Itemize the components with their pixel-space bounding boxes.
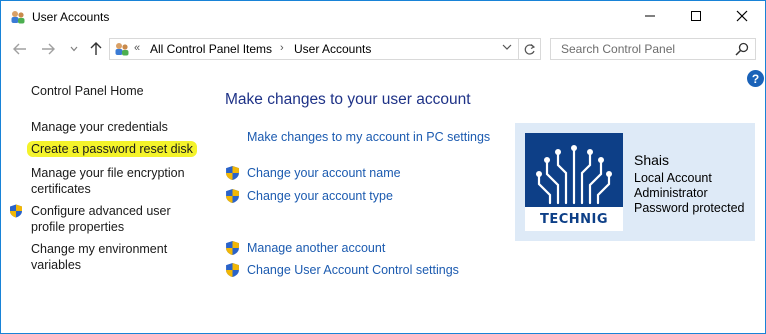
account-password-status: Password protected (634, 201, 745, 215)
up-button[interactable] (85, 39, 107, 59)
close-button[interactable] (719, 1, 765, 31)
pc-settings-link[interactable]: Make changes to my account in PC setting… (247, 130, 490, 144)
refresh-button[interactable] (519, 38, 541, 60)
page-title: Make changes to your user account (225, 91, 471, 108)
manage-credentials-link[interactable]: Manage your credentials (31, 119, 206, 135)
minimize-icon (645, 15, 655, 17)
arrow-right-icon (42, 43, 55, 55)
manage-file-encryption-certificates-link[interactable]: Manage your file encryption certificates (31, 165, 206, 197)
avatar-logo-text: TECHNIG (539, 212, 609, 227)
user-accounts-icon (114, 41, 130, 57)
highlighted-link-text[interactable]: Create a password reset disk (31, 141, 197, 157)
minimize-button[interactable] (627, 1, 673, 31)
search-box[interactable] (550, 38, 756, 60)
manage-another-account-link[interactable]: Manage another account (247, 241, 385, 255)
change-account-name-link[interactable]: Change your account name (247, 166, 401, 180)
account-type-local: Local Account (634, 171, 712, 185)
change-uac-settings-link[interactable]: Change User Account Control settings (247, 263, 459, 277)
control-panel-home-link[interactable]: Control Panel Home (31, 83, 206, 99)
change-account-type-link[interactable]: Change your account type (247, 189, 393, 203)
back-button[interactable] (9, 39, 31, 59)
search-input[interactable] (551, 39, 731, 59)
chevron-down-icon (502, 44, 512, 50)
close-icon (736, 10, 748, 22)
left-navigation-pane: Control Panel Home Manage your credentia… (1, 65, 211, 334)
change-environment-variables-link[interactable]: Change my environment variables (31, 241, 206, 273)
avatar: TECHNIG (525, 133, 623, 231)
uac-shield-icon (225, 165, 240, 181)
title-bar: User Accounts (1, 1, 765, 33)
account-role: Administrator (634, 186, 708, 200)
configure-advanced-user-profile-link[interactable]: Configure advanced user profile properti… (31, 203, 206, 235)
navigation-bar: « All Control Panel Items › User Account… (1, 34, 765, 64)
help-button[interactable]: ? (747, 70, 764, 87)
breadcrumb-user-accounts[interactable]: User Accounts (294, 42, 371, 56)
maximize-button[interactable] (673, 1, 719, 31)
uac-shield-icon (225, 188, 240, 204)
uac-shield-icon (9, 204, 23, 218)
breadcrumb-all-control-panel-items[interactable]: All Control Panel Items (150, 42, 272, 56)
user-accounts-icon (10, 9, 26, 25)
chevron-down-icon (70, 46, 78, 52)
account-card: TECHNIG Shais Local Account Administrato… (515, 123, 755, 241)
search-icon[interactable] (735, 42, 749, 56)
address-bar[interactable]: « All Control Panel Items › User Account… (109, 38, 519, 60)
circuit-logo-icon (536, 145, 612, 205)
account-name: Shais (634, 152, 670, 168)
uac-shield-icon (225, 262, 240, 278)
create-password-reset-disk-link[interactable]: Create a password reset disk (31, 141, 206, 157)
maximize-icon (691, 11, 701, 21)
window-title: User Accounts (32, 10, 110, 24)
address-dropdown-button[interactable] (502, 42, 512, 53)
address-overflow-separator[interactable]: « (134, 42, 140, 54)
arrow-up-icon (90, 42, 102, 55)
arrow-left-icon (13, 43, 26, 55)
recent-locations-button[interactable] (63, 39, 85, 59)
user-accounts-window: User Accounts « All Control Panel Items … (0, 0, 766, 334)
uac-shield-icon (225, 240, 240, 256)
forward-button[interactable] (37, 39, 59, 59)
breadcrumb-separator[interactable]: › (280, 42, 284, 54)
refresh-icon (524, 43, 536, 55)
